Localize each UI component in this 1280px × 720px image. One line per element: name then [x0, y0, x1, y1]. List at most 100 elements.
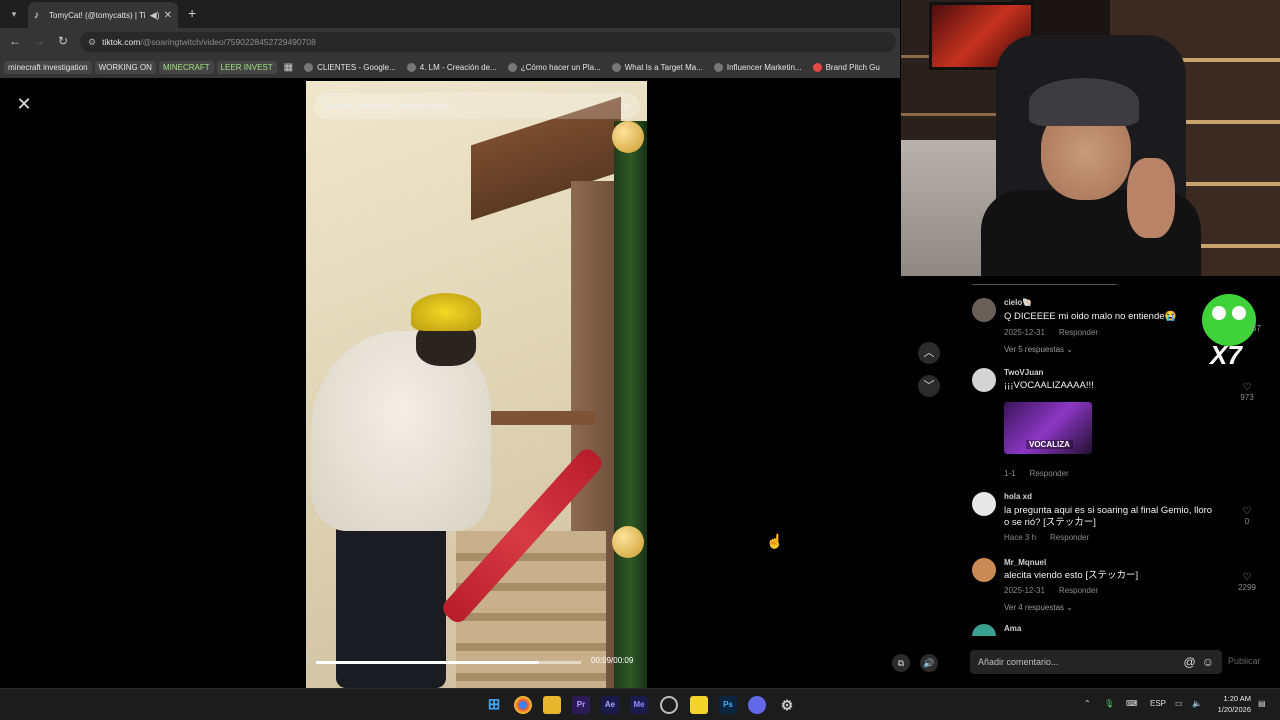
- bookmark-minecraft[interactable]: MINECRAFT: [158, 60, 214, 74]
- like-count[interactable]: ♡ 973: [1232, 382, 1262, 402]
- avatar[interactable]: [972, 558, 996, 582]
- comment-meta: 1-1 Responder: [1004, 469, 1069, 478]
- mention-icon[interactable]: @: [1184, 655, 1196, 669]
- photoshop-icon[interactable]: Ps: [719, 696, 737, 714]
- apps-grid-icon[interactable]: ▦: [280, 60, 297, 75]
- after-effects-icon[interactable]: Ae: [601, 696, 619, 714]
- settings-gear-icon[interactable]: ⚙: [778, 696, 796, 714]
- video-player[interactable]: Buscar contenido relacionado ⌕ 00:09/00:…: [306, 81, 647, 688]
- view-replies-link[interactable]: Ver 5 respuestas ⌄: [1004, 345, 1073, 354]
- system-clock[interactable]: 1:20 AM 1/20/2026: [1205, 693, 1251, 715]
- comment-text: ¡¡¡VOCAALIZAAAA!!!: [1004, 380, 1094, 391]
- like-count[interactable]: ♡ 0: [1232, 506, 1262, 526]
- video-time: 00:09/00:09: [591, 656, 634, 665]
- bookmark-minecraft-investigation[interactable]: minecraft investigation: [4, 60, 92, 74]
- comment-input[interactable]: Añadir comentario... @ ☺: [970, 650, 1222, 674]
- volume-tray-icon[interactable]: 🔈: [1192, 699, 1202, 708]
- tab-title: TomyCat! (@tomycatts) | Ti: [49, 10, 146, 20]
- video-scene-garland: [614, 121, 647, 688]
- language-indicator[interactable]: ESP: [1150, 699, 1166, 708]
- comment-username[interactable]: TwoVJuan: [1004, 368, 1043, 377]
- globe-icon: [406, 62, 416, 72]
- site-info-icon[interactable]: ⚙: [88, 37, 96, 48]
- close-icon[interactable]: ✕: [12, 92, 36, 116]
- network-icon[interactable]: ▭: [1175, 699, 1183, 708]
- comment-image[interactable]: VOCALIZA: [1004, 402, 1092, 454]
- heart-icon[interactable]: ♡: [1232, 572, 1262, 583]
- picture-in-picture-icon[interactable]: ⧉: [892, 654, 910, 672]
- file-explorer-icon[interactable]: [543, 696, 561, 714]
- volume-icon[interactable]: 🔊: [920, 654, 938, 672]
- heart-icon[interactable]: ♡: [1232, 382, 1262, 393]
- tab-search-icon[interactable]: ▾: [6, 6, 22, 22]
- close-tab-icon[interactable]: ✕: [164, 10, 172, 21]
- windows-start-icon[interactable]: ⊞: [485, 696, 503, 714]
- notifications-icon[interactable]: ▤: [1258, 699, 1266, 708]
- webcam-streamer-cap: [1029, 78, 1139, 126]
- speaker-icon[interactable]: ◀): [150, 10, 160, 21]
- publish-button[interactable]: Publicar: [1228, 656, 1261, 666]
- sticker-side-count: 67: [1252, 324, 1261, 333]
- comment-username[interactable]: Mr_Mqnuel: [1004, 558, 1046, 567]
- premiere-icon[interactable]: Pr: [572, 696, 590, 714]
- bookmark-leer-invest[interactable]: LEER INVEST: [216, 60, 277, 74]
- bookmark-working-on[interactable]: WORKING ON: [94, 60, 156, 74]
- globe-icon: [304, 62, 314, 72]
- sticker-eye: [1212, 306, 1226, 320]
- avatar[interactable]: [972, 298, 996, 322]
- bookmark-target-market[interactable]: What Is a Target Ma...: [608, 61, 707, 74]
- related-search-placeholder: Buscar contenido relacionado: [324, 100, 450, 112]
- sticker-blob: [1202, 294, 1256, 346]
- sticker-eye: [1232, 306, 1246, 320]
- comment-username[interactable]: hola xd: [1004, 492, 1032, 501]
- divider: [972, 284, 1117, 285]
- new-tab-button[interactable]: +: [188, 5, 196, 21]
- comment-username[interactable]: cielo🐚: [1004, 298, 1032, 307]
- browser-tab[interactable]: ♪ TomyCat! (@tomycatts) | Ti ◀) ✕: [28, 2, 178, 28]
- comment-meta: Hace 3 h Responder: [1004, 533, 1090, 542]
- back-arrow-icon[interactable]: ←: [8, 34, 22, 48]
- like-count[interactable]: ♡ 2299: [1232, 572, 1262, 592]
- reply-link[interactable]: Responder: [1059, 328, 1098, 337]
- avatar[interactable]: [972, 492, 996, 516]
- reload-icon[interactable]: ↻: [56, 34, 70, 48]
- reply-link[interactable]: Responder: [1050, 533, 1089, 542]
- bookmark-clientes[interactable]: CLIENTES - Google...: [300, 61, 400, 74]
- heart-icon[interactable]: ♡: [1232, 506, 1262, 517]
- forward-arrow-icon[interactable]: →: [32, 34, 46, 48]
- related-search-input[interactable]: Buscar contenido relacionado ⌕: [314, 93, 640, 119]
- obs-icon[interactable]: [660, 696, 678, 714]
- video-scene-stairs: [456, 531, 606, 688]
- bookmark-lm-creacion[interactable]: 4. LM - Creación de...: [403, 61, 501, 74]
- avatar[interactable]: [972, 624, 996, 636]
- windows-taskbar: ⊞ Pr Ae Me Ps ⚙ ⌃ 🎙 ⌨ ESP ▭ 🔈 1:20 AM 1/2…: [0, 688, 1280, 720]
- bookmark-brand-pitch[interactable]: Brand Pitch Gu: [809, 61, 884, 74]
- search-icon[interactable]: ⌕: [623, 99, 630, 114]
- bookmark-como-hacer[interactable]: ¿Cómo hacer un Pla...: [504, 61, 605, 74]
- previous-video-button[interactable]: ︿: [918, 342, 940, 364]
- emoji-icon[interactable]: ☺: [1202, 655, 1214, 669]
- address-bar[interactable]: ⚙ tiktok.com/@soaringtwitch/video/759022…: [80, 32, 896, 52]
- video-progress-bar[interactable]: [316, 661, 581, 664]
- view-replies-link[interactable]: Ver 4 respuestas ⌄: [1004, 603, 1073, 612]
- sticky-notes-icon[interactable]: [690, 696, 708, 714]
- reply-link[interactable]: Responder: [1030, 469, 1069, 478]
- tray-chevron-icon[interactable]: ⌃: [1084, 699, 1091, 708]
- comment-username[interactable]: Ama: [1004, 624, 1021, 633]
- media-encoder-icon[interactable]: Me: [630, 696, 648, 714]
- reply-link[interactable]: Responder: [1059, 586, 1098, 595]
- microphone-icon[interactable]: 🎙: [1104, 699, 1114, 708]
- globe-icon: [713, 62, 723, 72]
- sticker-multiplier: X7: [1210, 340, 1242, 370]
- chrome-icon[interactable]: [514, 696, 532, 714]
- keyboard-icon[interactable]: ⌨: [1126, 699, 1138, 708]
- bookmark-influencer[interactable]: Influencer Marketin...: [710, 61, 806, 74]
- url-text: tiktok.com/@soaringtwitch/video/75902284…: [102, 37, 316, 47]
- tiktok-page: ✕ Buscar contenido relacionado ⌕ 00:09/0…: [0, 78, 900, 688]
- globe-icon: [611, 62, 621, 72]
- webcam-overlay: [901, 0, 1280, 276]
- next-video-button[interactable]: ﹀: [918, 375, 940, 397]
- video-progress-fill: [316, 661, 539, 664]
- discord-icon[interactable]: [748, 696, 766, 714]
- avatar[interactable]: [972, 368, 996, 392]
